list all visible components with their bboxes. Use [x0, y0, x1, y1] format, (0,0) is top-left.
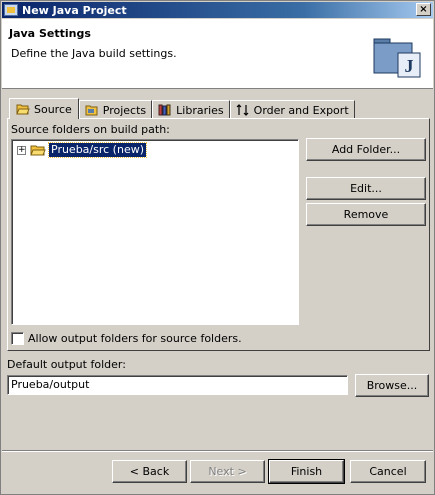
libraries-icon	[158, 104, 171, 116]
tab-source-label: Source	[34, 102, 72, 116]
tab-order-export-label: Order and Export	[253, 103, 349, 117]
title-bar[interactable]: New Java Project ×	[2, 2, 433, 18]
cancel-button[interactable]: Cancel	[350, 460, 426, 483]
page-title: Java Settings	[9, 27, 91, 40]
order-arrows-icon	[236, 104, 249, 116]
tree-item[interactable]: + Prueba/src (new)	[17, 142, 148, 158]
edit-button[interactable]: Edit...	[306, 177, 426, 200]
close-button[interactable]: ×	[416, 3, 431, 16]
wizard-banner: Java Settings Define the Java build sett…	[2, 19, 433, 89]
source-folders-tree[interactable]: + Prueba/src (new)	[11, 139, 299, 325]
back-button[interactable]: < Back	[112, 460, 187, 483]
allow-output-folders-checkbox[interactable]	[11, 332, 24, 345]
footer-separator	[2, 450, 433, 452]
window-icon	[4, 4, 18, 16]
projects-icon	[85, 105, 98, 116]
folder-open-icon	[16, 104, 30, 115]
tab-projects-label: Projects	[102, 103, 147, 117]
tab-libraries-label: Libraries	[176, 103, 224, 117]
tab-libraries[interactable]: Libraries	[152, 100, 230, 119]
source-folder-icon	[30, 145, 46, 156]
window-title: New Java Project	[22, 3, 127, 17]
new-java-project-dialog: New Java Project × Java Settings Define …	[0, 0, 435, 495]
tree-item-label: Prueba/src (new)	[47, 142, 148, 158]
tab-bar: Source Projects Libraries Order and Expo…	[9, 98, 355, 119]
java-j-letter: J	[405, 56, 414, 76]
finish-button[interactable]: Finish	[268, 459, 345, 484]
tab-order-export[interactable]: Order and Export	[229, 100, 355, 119]
allow-output-folders-label: Allow output folders for source folders.	[28, 332, 242, 345]
allow-output-folders-option[interactable]: Allow output folders for source folders.	[11, 332, 242, 345]
default-output-folder-label: Default output folder:	[7, 358, 126, 371]
source-folders-label: Source folders on build path:	[11, 123, 170, 136]
tab-projects[interactable]: Projects	[78, 100, 153, 119]
java-project-folder-icon: J	[373, 38, 421, 78]
tab-source[interactable]: Source	[9, 98, 79, 119]
add-folder-button[interactable]: Add Folder...	[306, 138, 426, 161]
expand-toggle-icon[interactable]: +	[17, 145, 26, 155]
next-button[interactable]: Next >	[190, 460, 265, 483]
browse-button[interactable]: Browse...	[355, 374, 429, 397]
remove-button[interactable]: Remove	[306, 203, 426, 226]
default-output-folder-field[interactable]: Prueba/output	[7, 375, 348, 395]
page-description: Define the Java build settings.	[11, 47, 177, 60]
